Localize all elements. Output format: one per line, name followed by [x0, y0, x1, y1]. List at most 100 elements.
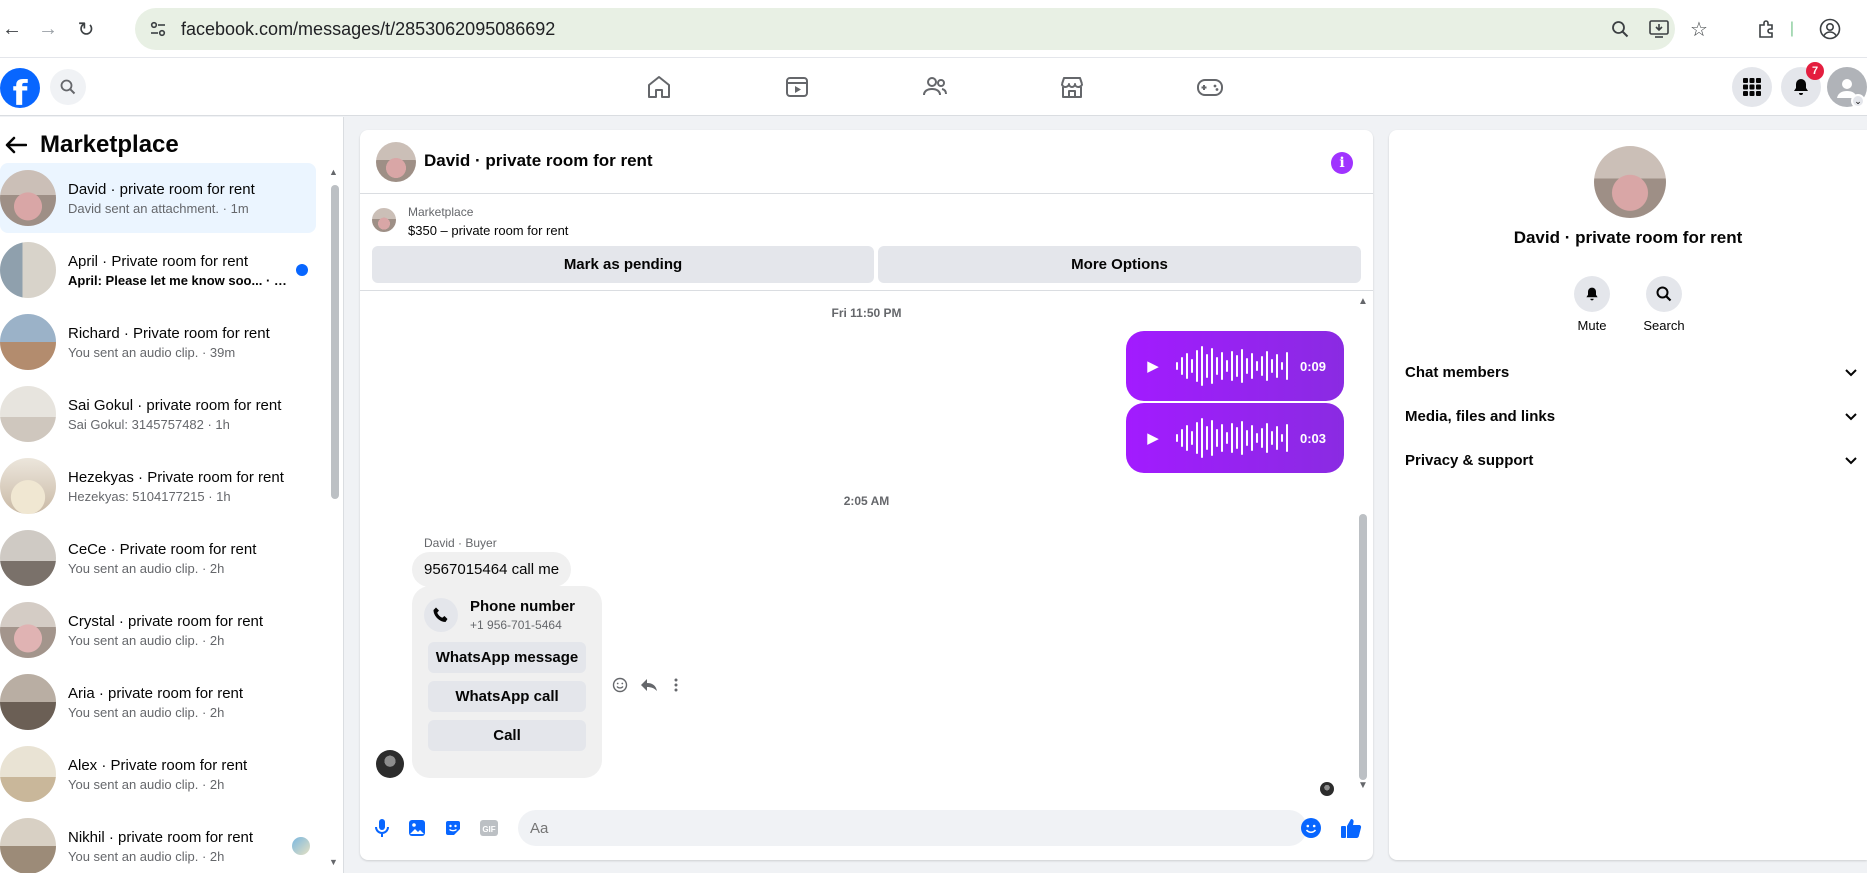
audio-clip[interactable]: ▶ 0:09: [1126, 331, 1344, 401]
conversation-avatar: [0, 818, 56, 873]
search-icon[interactable]: [1646, 276, 1682, 312]
phone-number-card: Phone number +1 956-701-5464 WhatsApp me…: [412, 586, 602, 778]
chat-members-section[interactable]: Chat members: [1405, 352, 1857, 392]
sidebar-title: Marketplace: [40, 131, 179, 158]
install-app-icon[interactable]: [1648, 18, 1670, 40]
audio-clip[interactable]: ▶ 0:03: [1126, 403, 1344, 473]
conversation-item[interactable]: Sai Gokul · private room for rent Sai Gok…: [0, 379, 316, 449]
message-composer: GIF: [360, 806, 1373, 850]
conversation-name: Hezekyas · Private room for rent: [68, 468, 284, 486]
play-icon[interactable]: ▶: [1144, 357, 1162, 375]
reload-icon[interactable]: ↻: [74, 17, 98, 41]
emoji-react-icon[interactable]: [610, 675, 630, 695]
chat-title[interactable]: David · private room for rent: [424, 151, 653, 171]
media-files-links-section[interactable]: Media, files and links: [1405, 396, 1857, 436]
sender-avatar[interactable]: [376, 750, 404, 778]
conversation-preview: April: Please let me know soo... · 12m: [68, 272, 288, 288]
back-arrow-icon[interactable]: ←: [0, 17, 24, 41]
site-info-icon[interactable]: [147, 18, 169, 40]
search-action[interactable]: Search: [1634, 276, 1694, 333]
address-bar[interactable]: facebook.com/messages/t/2853062095086692…: [135, 8, 1708, 50]
scrollbar-thumb[interactable]: [331, 185, 339, 499]
phone-card-number: +1 956-701-5464: [470, 618, 562, 632]
bookmark-star-icon[interactable]: ☆: [1688, 18, 1710, 41]
chevron-down-icon[interactable]: [1845, 452, 1857, 469]
conversation-avatar: [0, 386, 56, 442]
search-icon[interactable]: [50, 69, 86, 105]
chevron-down-icon[interactable]: [1845, 408, 1857, 425]
gif-icon[interactable]: GIF: [477, 816, 501, 840]
profile-name[interactable]: David · private room for rent: [1389, 228, 1867, 248]
listing-thumbnail[interactable]: [372, 208, 396, 232]
chevron-down-icon[interactable]: [1845, 364, 1857, 381]
mute-action[interactable]: Mute: [1562, 276, 1622, 333]
conversation-preview: You sent an audio clip. · 2h: [68, 776, 225, 792]
section-label: Privacy & support: [1405, 451, 1534, 469]
conversation-item[interactable]: David · private room for rent David sent …: [0, 163, 316, 233]
conversation-item[interactable]: Aria · private room for rent You sent an …: [0, 667, 316, 737]
photo-icon[interactable]: [405, 816, 429, 840]
more-actions-icon[interactable]: [666, 675, 686, 695]
privacy-support-section[interactable]: Privacy & support: [1405, 440, 1857, 480]
mark-as-pending-button[interactable]: Mark as pending: [372, 246, 874, 283]
conversation-item[interactable]: Crystal · private room for rent You sent …: [0, 595, 316, 665]
zoom-icon[interactable]: [1609, 18, 1631, 40]
scroll-up-icon[interactable]: ▲: [329, 167, 338, 177]
bell-icon[interactable]: [1574, 276, 1610, 312]
conversation-avatar: [0, 314, 56, 370]
message-bubble[interactable]: 9567015464 call me: [412, 552, 572, 587]
conversation-item[interactable]: April · Private room for rent April: Plea…: [0, 235, 316, 305]
microphone-icon[interactable]: [370, 816, 394, 840]
gaming-icon[interactable]: [1195, 72, 1225, 102]
home-icon[interactable]: [644, 72, 674, 102]
friends-icon[interactable]: [920, 72, 950, 102]
details-panel: David · private room for rent Mute Searc…: [1389, 130, 1867, 860]
info-icon[interactable]: i: [1331, 152, 1353, 174]
phone-card-title: Phone number: [470, 598, 576, 615]
sticker-icon[interactable]: [441, 816, 465, 840]
sidebar-scrollbar[interactable]: ▲ ▼: [329, 167, 339, 867]
back-arrow-icon[interactable]: [0, 129, 32, 161]
chat-avatar[interactable]: [376, 142, 416, 182]
waveform: [1176, 418, 1288, 458]
timestamp: 2:05 AM: [843, 494, 890, 508]
forward-arrow-icon[interactable]: →: [36, 17, 60, 41]
scroll-up-icon[interactable]: ▲: [1358, 296, 1368, 307]
conversation-item[interactable]: CeCe · Private room for rent You sent an …: [0, 523, 316, 593]
listing-title[interactable]: $350 – private room for rent: [408, 223, 568, 238]
conversation-item[interactable]: Nikhil · private room for rent You sent a…: [0, 811, 316, 873]
scrollbar-thumb[interactable]: [1359, 514, 1367, 780]
whatsapp-message-button[interactable]: WhatsApp message: [428, 642, 586, 673]
menu-grid-icon[interactable]: [1732, 67, 1772, 107]
profile-avatar[interactable]: [1594, 146, 1666, 218]
conversation-sidebar: Marketplace David · private room for ren…: [0, 117, 344, 873]
scroll-down-icon[interactable]: ▼: [1358, 780, 1368, 791]
call-button[interactable]: Call: [428, 720, 586, 751]
extensions-icon[interactable]: [1754, 17, 1778, 41]
chat-header: David · private room for rent i: [360, 130, 1373, 194]
scroll-down-icon[interactable]: ▼: [329, 857, 338, 867]
conversation-item[interactable]: Hezekyas · Private room for rent Hezekyas…: [0, 451, 316, 521]
marketplace-icon[interactable]: [1057, 72, 1087, 102]
message-input[interactable]: [518, 810, 1307, 846]
conversation-name: Sai Gokul · private room for rent: [68, 396, 282, 414]
profile-icon[interactable]: [1818, 17, 1842, 41]
like-thumb-icon[interactable]: [1339, 816, 1363, 840]
listing-label: Marketplace: [408, 205, 474, 219]
conversation-item[interactable]: Richard · Private room for rent You sent …: [0, 307, 316, 377]
conversation-preview: You sent an audio clip. · 2h: [68, 848, 225, 864]
conversation-item[interactable]: Alex · Private room for rent You sent an …: [0, 739, 316, 809]
conversation-name: Crystal · private room for rent: [68, 612, 264, 630]
emoji-icon[interactable]: [1299, 816, 1323, 840]
reply-icon[interactable]: [639, 675, 659, 695]
chat-scrollbar[interactable]: ▲ ▼: [1356, 292, 1370, 792]
whatsapp-call-button[interactable]: WhatsApp call: [428, 681, 586, 712]
play-icon[interactable]: ▶: [1144, 429, 1162, 447]
more-options-button[interactable]: More Options: [878, 246, 1361, 283]
video-icon[interactable]: [782, 72, 812, 102]
conversation-name: David · private room for rent: [68, 180, 255, 198]
url-text[interactable]: facebook.com/messages/t/2853062095086692: [181, 19, 555, 40]
account-chevron-icon[interactable]: ⌄: [1851, 94, 1865, 108]
facebook-logo-icon[interactable]: f: [0, 68, 40, 108]
section-label: Media, files and links: [1405, 407, 1556, 425]
